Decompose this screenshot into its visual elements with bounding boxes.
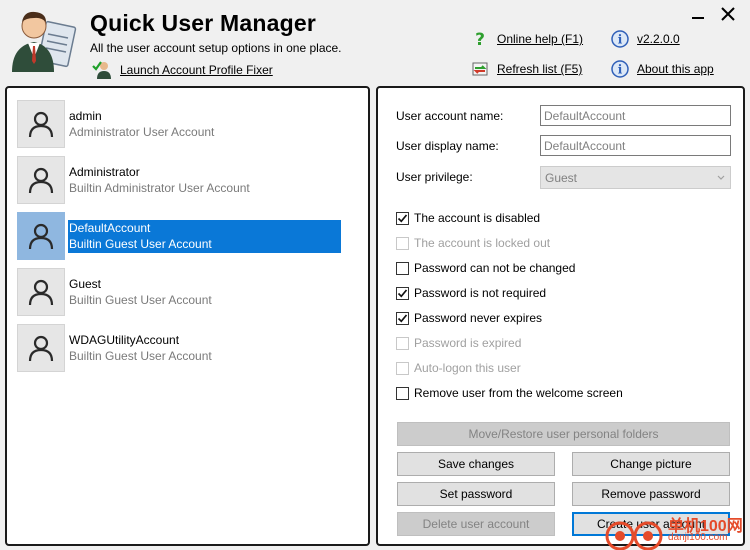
avatar [17, 324, 65, 372]
list-item[interactable]: Guest Builtin Guest User Account [17, 268, 347, 316]
user-name: DefaultAccount [69, 221, 151, 235]
close-icon[interactable] [716, 4, 740, 26]
user-text: Guest Builtin Guest User Account [68, 276, 341, 309]
app-title: Quick User Manager [90, 10, 317, 36]
user-text: admin Administrator User Account [68, 108, 341, 141]
checkbox-box[interactable] [396, 361, 409, 375]
user-name: Guest [69, 277, 102, 291]
avatar [17, 156, 65, 204]
checkbox-box[interactable] [396, 311, 409, 325]
account-name-label: User account name: [396, 109, 504, 123]
checkbox-label: Password can not be changed [414, 261, 576, 275]
info-icon: i [611, 60, 629, 78]
user-name: admin [69, 109, 102, 123]
user-icon [28, 167, 54, 194]
checkbox-box[interactable] [396, 386, 409, 400]
svg-text:i: i [618, 33, 623, 47]
app-subtitle: All the user account setup options in on… [90, 41, 342, 55]
checkbox-1[interactable]: The account is locked out [396, 235, 550, 251]
save-changes-button[interactable]: Save changes [397, 452, 555, 476]
online-help-label[interactable]: Online help (F1) [497, 32, 583, 46]
checkbox-2[interactable]: Password can not be changed [396, 260, 575, 276]
move-restore-folders-button[interactable]: Move/Restore user personal folders [397, 422, 730, 446]
checkmark-icon [397, 288, 408, 298]
user-properties-panel: User account name: User display name: Us… [376, 86, 745, 546]
checkbox-label: The account is disabled [414, 211, 541, 225]
set-password-button[interactable]: Set password [397, 482, 555, 506]
svg-text:?: ? [475, 30, 485, 48]
checkbox-box[interactable] [396, 261, 409, 275]
avatar [17, 268, 65, 316]
user-name: WDAGUtilityAccount [69, 333, 180, 347]
checkbox-5[interactable]: Password is expired [396, 335, 521, 351]
change-picture-button[interactable]: Change picture [572, 452, 730, 476]
checkmark-icon [397, 313, 408, 323]
about-label[interactable]: About this app [637, 62, 714, 76]
privilege-select[interactable]: Guest [540, 166, 731, 189]
user-description: Builtin Guest User Account [69, 349, 212, 363]
chevron-down-icon [717, 175, 725, 180]
delete-user-button[interactable]: Delete user account [397, 512, 555, 536]
checkbox-3[interactable]: Password is not required [396, 285, 546, 301]
user-name: Administrator [69, 165, 140, 179]
user-text: DefaultAccount Builtin Guest User Account [68, 220, 341, 253]
list-item[interactable]: Administrator Builtin Administrator User … [17, 156, 347, 204]
launch-profile-fixer-label[interactable]: Launch Account Profile Fixer [120, 63, 273, 77]
checkbox-6[interactable]: Auto-logon this user [396, 360, 521, 376]
avatar [17, 212, 65, 260]
version-label[interactable]: v2.2.0.0 [637, 32, 680, 46]
user-description: Builtin Guest User Account [69, 293, 212, 307]
checkbox-label: Password is not required [414, 286, 547, 300]
user-description: Administrator User Account [69, 125, 215, 139]
about-link[interactable]: i About this app [611, 59, 714, 79]
display-name-label: User display name: [396, 139, 499, 153]
help-icon: ? [475, 30, 485, 48]
privilege-value: Guest [545, 171, 578, 185]
checkmark-icon [397, 213, 408, 223]
checkbox-label: Password never expires [414, 311, 543, 325]
info-icon: i [611, 30, 629, 48]
user-text: Administrator Builtin Administrator User … [68, 164, 341, 197]
minimize-icon[interactable] [686, 4, 710, 26]
checkbox-label: The account is locked out [414, 236, 551, 250]
display-name-input[interactable] [540, 135, 731, 156]
checkbox-label: Auto-logon this user [414, 361, 521, 375]
checkbox-0[interactable]: The account is disabled [396, 210, 540, 226]
checkbox-box[interactable] [396, 336, 409, 350]
user-icon [28, 111, 54, 138]
user-text: WDAGUtilityAccount Builtin Guest User Acc… [68, 332, 341, 365]
checkbox-label: Remove user from the welcome screen [414, 386, 623, 400]
refresh-list-link[interactable]: Refresh list (F5) [471, 59, 582, 79]
checkbox-4[interactable]: Password never expires [396, 310, 542, 326]
checkbox-box[interactable] [396, 211, 409, 225]
list-item[interactable]: DefaultAccount Builtin Guest User Account [17, 212, 347, 260]
remove-password-button[interactable]: Remove password [572, 482, 730, 506]
user-description: Builtin Administrator User Account [69, 181, 250, 195]
checkbox-7[interactable]: Remove user from the welcome screen [396, 385, 623, 401]
watermark-subtext: danji100.com [668, 532, 728, 543]
online-help-link[interactable]: ? Online help (F1) [471, 29, 583, 49]
checkbox-label: Password is expired [414, 336, 522, 350]
user-icon [28, 279, 54, 306]
profile-fixer-icon [92, 61, 111, 79]
header: Quick User Manager All the user account … [0, 0, 750, 86]
user-icon [28, 223, 54, 250]
user-description: Builtin Guest User Account [69, 237, 212, 251]
svg-text:i: i [618, 63, 623, 77]
account-name-input[interactable] [540, 105, 731, 126]
version-link[interactable]: i v2.2.0.0 [611, 29, 680, 49]
list-item[interactable]: admin Administrator User Account [17, 100, 347, 148]
refresh-icon [472, 62, 488, 76]
user-manager-logo-icon [12, 11, 77, 72]
avatar [17, 100, 65, 148]
user-icon [28, 335, 54, 362]
privilege-label: User privilege: [396, 170, 473, 184]
refresh-list-label[interactable]: Refresh list (F5) [497, 62, 582, 76]
checkbox-box[interactable] [396, 286, 409, 300]
list-item[interactable]: WDAGUtilityAccount Builtin Guest User Acc… [17, 324, 347, 372]
launch-profile-fixer-link[interactable]: Launch Account Profile Fixer [92, 60, 273, 80]
checkbox-box[interactable] [396, 236, 409, 250]
user-list[interactable]: admin Administrator User Account Administr… [5, 86, 370, 546]
